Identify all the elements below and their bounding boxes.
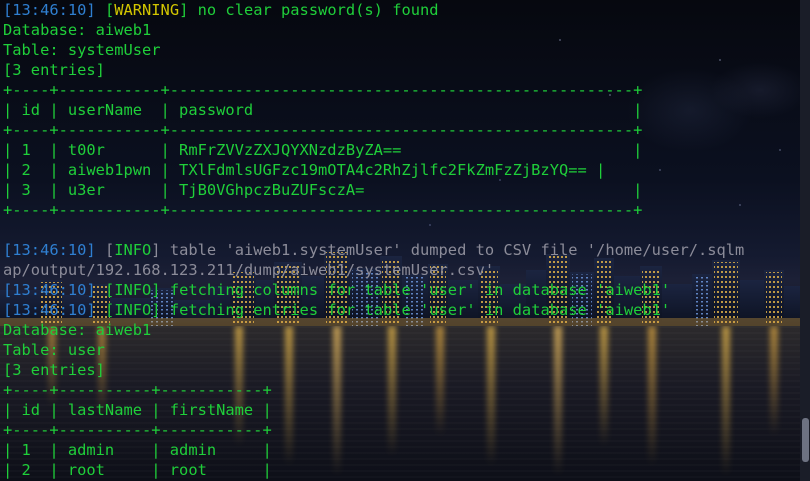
terminal-text-segment: INFO <box>114 301 152 319</box>
terminal-text-segment: [13:46:10] <box>3 241 105 259</box>
terminal-text-segment: [13:46:10] <box>3 301 105 319</box>
terminal-text-segment: Table: systemUser <box>3 41 161 59</box>
terminal-text-segment: ] no clear password(s) found <box>179 1 439 19</box>
terminal-text-segment: +----+-----------+----------------------… <box>3 121 643 139</box>
terminal-line: +----+----------+-----------+ <box>3 380 810 400</box>
terminal-text-segment: +----+-----------+----------------------… <box>3 201 643 219</box>
scrollbar-thumb[interactable] <box>802 418 809 462</box>
terminal-line: | id | userName | password | <box>3 100 810 120</box>
terminal-output[interactable]: [13:46:10] [WARNING] no clear password(s… <box>3 0 810 480</box>
terminal-line: [13:46:10] [INFO] table 'aiweb1.systemUs… <box>3 240 810 260</box>
terminal-text-segment: ap/output/192.168.123.211/dump/aiweb1/sy… <box>3 261 495 279</box>
terminal-line: Table: user <box>3 340 810 360</box>
terminal-scrollbar[interactable] <box>800 0 810 481</box>
terminal-text-segment: +----+----------+-----------+ <box>3 421 272 439</box>
terminal-text-segment: [ <box>104 281 115 299</box>
terminal-line: | 2 | root | root | <box>3 460 810 480</box>
terminal-text-segment: [ <box>104 241 115 259</box>
terminal-text-segment: ] fetching columns for table 'user' in d… <box>151 281 671 299</box>
terminal-line: | 2 | aiweb1pwn | TXlFdmlsUGFzc19mOTA4c2… <box>3 160 810 180</box>
terminal-line: Table: systemUser <box>3 40 810 60</box>
terminal-line: [3 entries] <box>3 360 810 380</box>
terminal-text-segment: Table: user <box>3 341 105 359</box>
terminal-text-segment: | 2 | root | root | <box>3 461 272 479</box>
terminal-line: Database: aiweb1 <box>3 320 810 340</box>
terminal-text-segment: Database: aiweb1 <box>3 21 152 39</box>
terminal-line: +----+----------+-----------+ <box>3 420 810 440</box>
terminal-text-segment: [ <box>104 301 115 319</box>
terminal-text-segment: [13:46:10] <box>3 281 105 299</box>
terminal-line: | id | lastName | firstName | <box>3 400 810 420</box>
terminal-line: ap/output/192.168.123.211/dump/aiweb1/sy… <box>3 260 810 280</box>
terminal-text-segment: ] fetching entries for table 'user' in d… <box>151 301 671 319</box>
terminal-text-segment: [3 entries] <box>3 361 105 379</box>
terminal-text-segment: INFO <box>114 281 152 299</box>
terminal-text-segment: | 1 | admin | admin | <box>3 441 272 459</box>
terminal-text-segment: [13:46:10] <box>3 1 105 19</box>
terminal-text-segment: INFO <box>114 241 152 259</box>
terminal-line: [13:46:10] [WARNING] no clear password(s… <box>3 0 810 20</box>
terminal-line: | 1 | t00r | RmFrZVVzZXJQYXNzdzByZA== | <box>3 140 810 160</box>
terminal-text-segment: +----+-----------+----------------------… <box>3 81 643 99</box>
terminal-line: [3 entries] <box>3 60 810 80</box>
terminal-line: | 1 | admin | admin | <box>3 440 810 460</box>
terminal-text-segment: [ <box>104 1 115 19</box>
terminal-text-segment: | 1 | t00r | RmFrZVVzZXJQYXNzdzByZA== | <box>3 141 643 159</box>
terminal-text-segment: WARNING <box>114 1 180 19</box>
terminal-text-segment: ] table 'aiweb1.systemUser' dumped to CS… <box>151 241 745 259</box>
terminal-text-segment: | 2 | aiweb1pwn | TXlFdmlsUGFzc19mOTA4c2… <box>3 161 606 179</box>
terminal-line: | 3 | u3er | TjB0VGhpczBuZUFsczA= | <box>3 180 810 200</box>
terminal-line: [13:46:10] [INFO] fetching columns for t… <box>3 280 810 300</box>
terminal-line: Database: aiweb1 <box>3 20 810 40</box>
terminal-text-segment: +----+----------+-----------+ <box>3 381 272 399</box>
terminal-text-segment: | id | userName | password | <box>3 101 643 119</box>
terminal-text-segment: | id | lastName | firstName | <box>3 401 272 419</box>
terminal-line: +----+-----------+----------------------… <box>3 80 810 100</box>
terminal-text-segment: | 3 | u3er | TjB0VGhpczBuZUFsczA= | <box>3 181 643 199</box>
terminal-line: +----+-----------+----------------------… <box>3 120 810 140</box>
terminal-text-segment: [3 entries] <box>3 61 105 79</box>
terminal-line: [13:46:10] [INFO] fetching entries for t… <box>3 300 810 320</box>
terminal-text-segment: Database: aiweb1 <box>3 321 152 339</box>
terminal-line: +----+-----------+----------------------… <box>3 200 810 220</box>
